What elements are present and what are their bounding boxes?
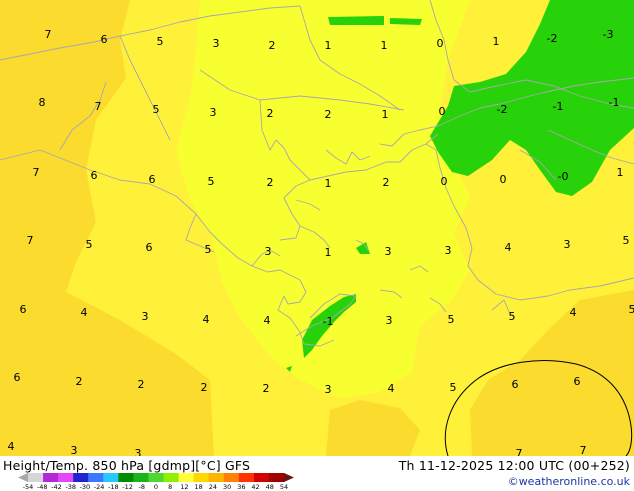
value-label: 0 — [439, 105, 446, 118]
color-scale-segment — [58, 473, 73, 482]
cold-patch-north-a — [328, 16, 384, 25]
value-label: 7 — [33, 166, 40, 179]
color-scale-segment — [164, 473, 179, 482]
color-scale-segment — [43, 473, 58, 482]
value-label: 7 — [27, 234, 34, 247]
value-label: 3 — [71, 444, 78, 456]
color-scale-segment — [224, 473, 239, 482]
value-label: 5 — [450, 381, 457, 394]
value-label: 6 — [91, 169, 98, 182]
color-scale-segment — [73, 473, 88, 482]
value-label: 2 — [263, 382, 270, 395]
value-label: 0 — [437, 37, 444, 50]
value-label: -0 — [558, 170, 569, 183]
value-label: 1 — [382, 108, 389, 121]
value-label: 5 — [629, 303, 634, 316]
value-label: -1 — [553, 100, 564, 113]
color-scale-segment — [88, 473, 103, 482]
value-label: 1 — [493, 35, 500, 48]
value-label: 7 — [516, 447, 523, 456]
color-scale-segment — [133, 473, 148, 482]
value-label: 1 — [381, 39, 388, 52]
value-label: -1 — [323, 315, 334, 328]
value-label: -3 — [603, 28, 614, 41]
value-label: 3 — [325, 383, 332, 396]
value-label: 0 — [500, 173, 507, 186]
value-label: 4 — [8, 440, 15, 453]
value-label: 3 — [135, 447, 142, 456]
value-label: 5 — [448, 313, 455, 326]
color-scale-segment — [254, 473, 269, 482]
value-label: 6 — [149, 173, 156, 186]
color-scale-segment — [18, 473, 28, 482]
value-label: 3 — [213, 37, 220, 50]
value-label: 6 — [146, 241, 153, 254]
temperature-map: 7 6 5 3 2 1 1 0 1 -2 -3 8 7 5 3 2 2 1 0 -2 -1 -1 7 6 6 5 2 1 2 0 0 -0 1 7… — [0, 0, 634, 456]
value-label: 7 — [45, 28, 52, 41]
value-label: 3 — [142, 310, 149, 323]
color-scale-segment — [118, 473, 133, 482]
value-label: 3 — [210, 106, 217, 119]
value-label: 1 — [325, 246, 332, 259]
value-label: 4 — [388, 382, 395, 395]
color-scale-segment — [284, 473, 294, 482]
value-label: 3 — [385, 245, 392, 258]
color-scale-segment — [179, 473, 194, 482]
color-scale-segment — [28, 473, 43, 482]
value-label: 8 — [39, 96, 46, 109]
value-label: 5 — [208, 175, 215, 188]
value-label: -2 — [547, 32, 558, 45]
value-label: 4 — [203, 313, 210, 326]
value-label: 4 — [505, 241, 512, 254]
color-scale-segment — [194, 473, 209, 482]
value-label: -2 — [497, 103, 508, 116]
valid-time: Th 11-12-2025 12:00 UTC (00+252) — [399, 458, 630, 473]
value-label: 3 — [386, 314, 393, 327]
value-label: 3 — [265, 245, 272, 258]
value-label: 3 — [445, 244, 452, 257]
value-label: 3 — [564, 238, 571, 251]
value-label: 1 — [617, 166, 624, 179]
value-label: -1 — [609, 96, 620, 109]
value-label: 5 — [86, 238, 93, 251]
credit-link[interactable]: ©weatheronline.co.uk — [508, 475, 630, 488]
value-label: 7 — [95, 100, 102, 113]
value-label: 5 — [153, 103, 160, 116]
value-label: 6 — [14, 371, 21, 384]
value-label: 2 — [383, 176, 390, 189]
value-label: 2 — [138, 378, 145, 391]
map-footer: Height/Temp. 850 hPa [gdmp][°C] GFS Th 1… — [0, 456, 634, 490]
color-scale-bar — [18, 473, 294, 482]
value-label: 7 — [580, 444, 587, 456]
value-label: 2 — [267, 176, 274, 189]
value-label: 4 — [81, 306, 88, 319]
value-label: 1 — [325, 177, 332, 190]
map-title: Height/Temp. 850 hPa [gdmp][°C] GFS — [3, 458, 250, 473]
value-label: 2 — [325, 108, 332, 121]
value-label: 2 — [267, 107, 274, 120]
cold-patch-north-b — [390, 18, 422, 25]
color-scale-segment — [103, 473, 118, 482]
value-label: 5 — [157, 35, 164, 48]
value-label: 6 — [512, 378, 519, 391]
value-label: 5 — [205, 243, 212, 256]
value-label: 2 — [201, 381, 208, 394]
color-scale-segment — [148, 473, 163, 482]
map-viewer: 7 6 5 3 2 1 1 0 1 -2 -3 8 7 5 3 2 2 1 0 -2 -1 -1 7 6 6 5 2 1 2 0 0 -0 1 7… — [0, 0, 634, 490]
value-label: 5 — [623, 234, 630, 247]
color-scale-segment — [239, 473, 254, 482]
value-label: 1 — [325, 39, 332, 52]
color-scale-segment — [209, 473, 224, 482]
value-label: 6 — [101, 33, 108, 46]
value-label: 2 — [269, 39, 276, 52]
value-label: 4 — [264, 314, 271, 327]
value-label: 6 — [20, 303, 27, 316]
value-label: 0 — [441, 175, 448, 188]
value-label: 4 — [570, 306, 577, 319]
value-label: 5 — [509, 310, 516, 323]
value-label: 6 — [574, 375, 581, 388]
color-scale-segment — [269, 473, 284, 482]
value-label: 2 — [76, 375, 83, 388]
